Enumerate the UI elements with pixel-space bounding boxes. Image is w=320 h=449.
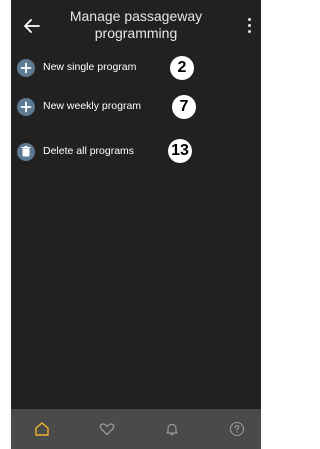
bottom-navigation: [11, 409, 261, 449]
callout-badge: 2: [170, 56, 194, 80]
callout-badge: 7: [172, 95, 196, 119]
heart-icon: [99, 423, 115, 436]
arrow-left-icon: [24, 19, 40, 33]
menu-item-label: New weekly program: [43, 100, 142, 112]
bell-icon: [166, 423, 178, 436]
nav-favorites-button[interactable]: [97, 419, 117, 439]
page: Manage passageway programming New single…: [0, 0, 272, 449]
plus-circle-icon: [17, 98, 35, 116]
menu-item-label: New single program: [43, 61, 137, 73]
kebab-menu-icon: [247, 18, 251, 21]
nav-help-button[interactable]: [227, 419, 247, 439]
help-icon: [229, 421, 245, 437]
back-button[interactable]: [20, 14, 44, 38]
nav-home-button[interactable]: [32, 419, 52, 439]
app-screen: Manage passageway programming New single…: [11, 0, 261, 449]
nav-notifications-button[interactable]: [162, 419, 182, 439]
plus-circle-icon: [17, 59, 35, 77]
app-header: Manage passageway programming: [11, 0, 261, 50]
more-options-button[interactable]: [242, 15, 256, 37]
menu-item-label: Delete all programs: [43, 145, 135, 157]
home-icon: [35, 422, 49, 436]
callout-badge: 13: [168, 139, 192, 163]
page-title: Manage passageway programming: [69, 8, 203, 41]
trash-circle-icon: [17, 143, 35, 161]
